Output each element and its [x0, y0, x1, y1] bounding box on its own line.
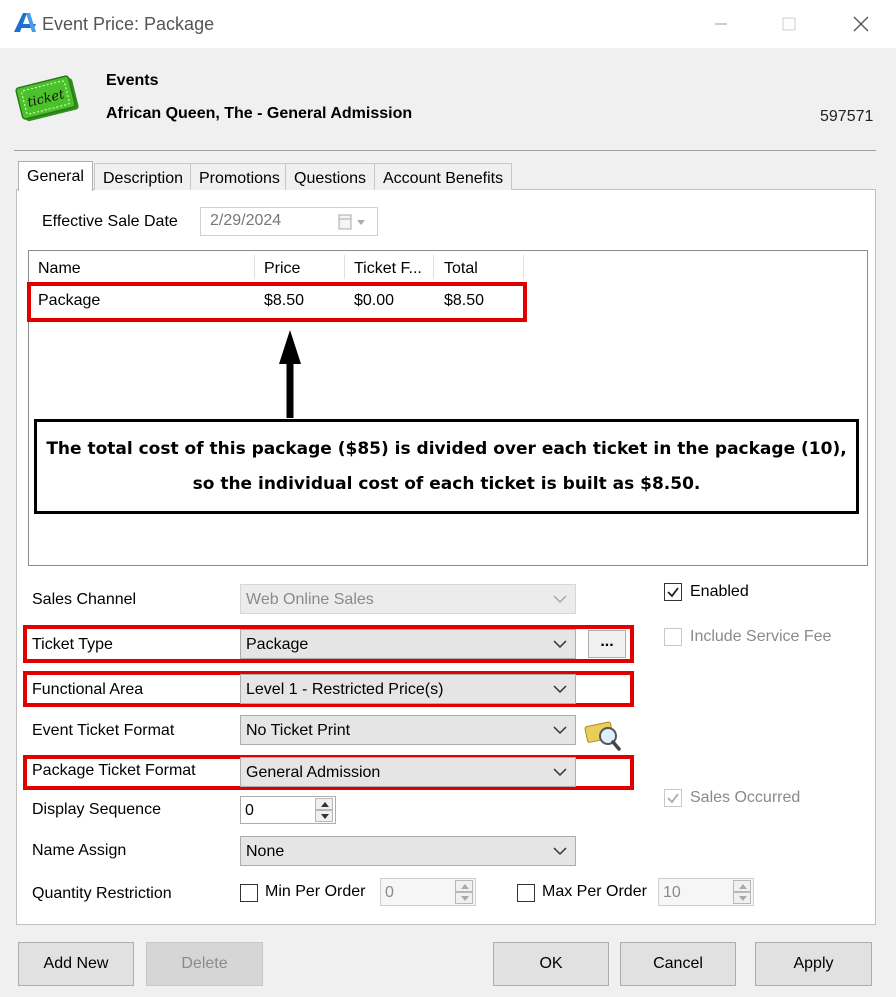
tab-label: Promotions: [199, 170, 280, 187]
chevron-down-icon: [553, 595, 567, 604]
column-header-name[interactable]: Name: [38, 260, 81, 278]
header-separator: [14, 150, 876, 151]
tab-description[interactable]: Description: [94, 163, 193, 190]
name-assign-select[interactable]: None: [240, 836, 576, 866]
chevron-down-icon: [553, 847, 567, 856]
ticket-type-browse-button[interactable]: ...: [588, 630, 626, 658]
include-service-fee-checkbox[interactable]: [664, 628, 682, 646]
enabled-checkbox[interactable]: [664, 583, 682, 601]
ticket-type-select[interactable]: Package: [240, 629, 576, 659]
functional-area-value: Level 1 - Restricted Price(s): [246, 681, 444, 698]
stepper-buttons: [455, 880, 473, 904]
minimize-icon[interactable]: [706, 10, 736, 38]
tab-label: Account Benefits: [383, 170, 504, 187]
annotation-line-1: The total cost of this package ($85) is …: [46, 439, 847, 459]
column-divider: [254, 255, 255, 279]
maximize-icon[interactable]: [774, 10, 804, 38]
quantity-restriction-label: Quantity Restriction: [32, 885, 172, 902]
column-divider: [523, 255, 524, 279]
min-per-order-label: Min Per Order: [265, 883, 366, 900]
stepper-buttons: [315, 798, 333, 822]
functional-area-label: Functional Area: [32, 681, 144, 698]
sales-channel-value: Web Online Sales: [246, 591, 374, 608]
functional-area-select[interactable]: Level 1 - Restricted Price(s): [240, 674, 576, 704]
record-id: 597571: [820, 108, 874, 125]
column-header-price[interactable]: Price: [264, 260, 300, 278]
tab-label: General: [27, 168, 84, 185]
stepper-down-icon[interactable]: [733, 892, 751, 904]
column-divider: [344, 255, 345, 279]
stepper-down-icon[interactable]: [455, 892, 473, 904]
sales-channel-select[interactable]: Web Online Sales: [240, 584, 576, 614]
sales-occurred-label: Sales Occurred: [690, 789, 801, 806]
stepper-up-icon[interactable]: [455, 880, 473, 892]
sales-occurred-checkbox[interactable]: [664, 789, 682, 807]
chevron-down-icon: [553, 685, 567, 694]
package-ticket-format-select[interactable]: General Admission: [240, 757, 576, 787]
min-per-order-stepper[interactable]: 0: [380, 878, 476, 906]
stepper-up-icon[interactable]: [733, 880, 751, 892]
name-assign-label: Name Assign: [32, 842, 127, 859]
annotation-arrow-icon: [279, 330, 301, 418]
tab-general[interactable]: General: [18, 161, 93, 191]
event-ticket-format-value: No Ticket Print: [246, 722, 351, 739]
ticket-preview-magnifier-icon[interactable]: [584, 716, 622, 752]
tab-label: Questions: [294, 170, 367, 187]
window-title: Event Price: Package: [42, 14, 215, 34]
cancel-button[interactable]: Cancel: [620, 942, 736, 986]
max-per-order-stepper[interactable]: 10: [658, 878, 754, 906]
event-ticket-format-select[interactable]: No Ticket Print: [240, 715, 576, 745]
name-assign-value: None: [246, 843, 285, 860]
tab-account-benefits[interactable]: Account Benefits: [374, 163, 513, 190]
package-ticket-format-label: Package Ticket Format: [32, 762, 196, 779]
column-header-total[interactable]: Total: [444, 260, 478, 278]
add-new-button[interactable]: Add New: [18, 942, 134, 986]
annotation-callout: The total cost of this package ($85) is …: [34, 419, 859, 514]
event-name: African Queen, The - General Admission: [106, 105, 413, 122]
package-ticket-format-value: General Admission: [246, 764, 381, 781]
include-service-fee-label: Include Service Fee: [690, 628, 832, 645]
max-per-order-value: 10: [663, 884, 681, 901]
app-logo-icon: [14, 13, 36, 32]
checkmark-icon: [667, 587, 679, 598]
display-sequence-stepper[interactable]: 0: [240, 796, 336, 824]
chevron-down-icon: [553, 726, 567, 735]
stepper-buttons: [733, 880, 751, 904]
ok-button[interactable]: OK: [493, 942, 609, 986]
annotation-line-2: so the individual cost of each ticket is…: [192, 474, 701, 494]
event-ticket-format-label: Event Ticket Format: [32, 722, 175, 739]
chevron-down-icon: [553, 768, 567, 777]
close-icon[interactable]: [846, 10, 876, 38]
checkmark-icon: [667, 793, 679, 804]
chevron-down-icon: [553, 640, 567, 649]
row-highlight-annotation: [27, 282, 527, 322]
ticket-icon: ticket: [15, 75, 79, 122]
tab-promotions[interactable]: Promotions: [190, 163, 289, 190]
min-per-order-checkbox[interactable]: [240, 884, 258, 902]
stepper-down-icon[interactable]: [315, 810, 333, 822]
column-divider: [433, 255, 434, 279]
effective-sale-date-value: 2/29/2024: [210, 212, 282, 229]
effective-sale-date-label: Effective Sale Date: [42, 213, 178, 230]
column-header-ticket-fee[interactable]: Ticket F...: [354, 260, 422, 278]
display-sequence-value: 0: [245, 802, 254, 819]
event-category: Events: [106, 72, 159, 89]
sales-channel-label: Sales Channel: [32, 591, 137, 608]
max-per-order-checkbox[interactable]: [517, 884, 535, 902]
tab-label: Description: [103, 170, 184, 187]
ticket-type-value: Package: [246, 636, 309, 653]
max-per-order-label: Max Per Order: [542, 883, 647, 900]
enabled-label: Enabled: [690, 583, 749, 600]
ticket-type-label: Ticket Type: [32, 636, 113, 653]
display-sequence-label: Display Sequence: [32, 801, 161, 818]
stepper-up-icon[interactable]: [315, 798, 333, 810]
delete-button[interactable]: Delete: [146, 942, 263, 986]
tab-questions[interactable]: Questions: [285, 163, 376, 190]
min-per-order-value: 0: [385, 884, 394, 901]
calendar-dropdown-icon[interactable]: [338, 213, 368, 231]
apply-button[interactable]: Apply: [755, 942, 872, 986]
